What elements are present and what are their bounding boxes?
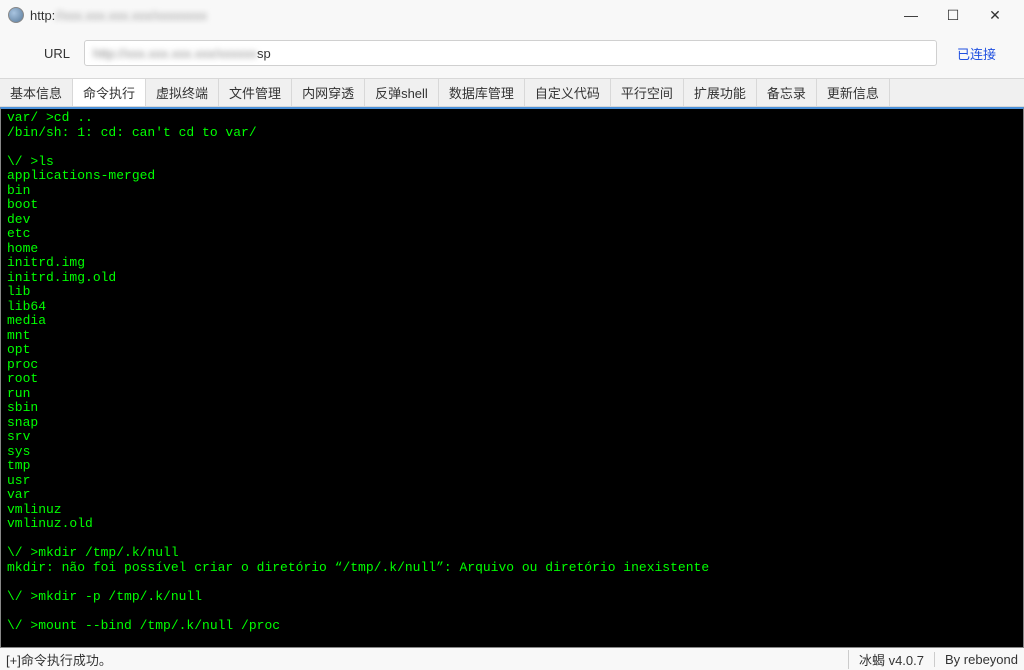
tab-label: 基本信息 — [10, 83, 62, 102]
url-input[interactable]: http://xxx.xxx.xxx.xxx/xxxxxxsp — [84, 40, 937, 66]
tab-extensions[interactable]: 扩展功能 — [684, 79, 757, 106]
terminal-output[interactable]: var/ >cd .. /bin/sh: 1: cd: can't cd to … — [0, 107, 1024, 648]
tab-command-exec[interactable]: 命令执行 — [73, 79, 146, 106]
tab-label: 备忘录 — [767, 83, 806, 102]
minimize-button[interactable]: — — [890, 1, 932, 29]
tab-label: 虚拟终端 — [156, 83, 208, 102]
tab-reverse-shell[interactable]: 反弹shell — [365, 79, 439, 106]
connection-status: 已连接 — [947, 44, 1006, 63]
tab-parallel-space[interactable]: 平行空间 — [611, 79, 684, 106]
tab-label: 内网穿透 — [302, 83, 354, 102]
app-icon — [8, 7, 24, 23]
title-bar: http://xxx.xxx.xxx.xxx/xxxxxxxx — ☐ ✕ — [0, 0, 1024, 30]
tab-label: 扩展功能 — [694, 83, 746, 102]
title-blurred: //xxx.xxx.xxx.xxx/xxxxxxxx — [55, 8, 207, 23]
tab-intranet-tunnel[interactable]: 内网穿透 — [292, 79, 365, 106]
window-title: http://xxx.xxx.xxx.xxx/xxxxxxxx — [30, 8, 890, 23]
maximize-button[interactable]: ☐ — [932, 1, 974, 29]
tab-label: 数据库管理 — [449, 83, 514, 102]
window-controls: — ☐ ✕ — [890, 1, 1016, 29]
tab-virtual-terminal[interactable]: 虚拟终端 — [146, 79, 219, 106]
tab-basic-info[interactable]: 基本信息 — [0, 79, 73, 106]
url-row: URL http://xxx.xxx.xxx.xxx/xxxxxxsp 已连接 — [0, 30, 1024, 78]
tab-bar: 基本信息 命令执行 虚拟终端 文件管理 内网穿透 反弹shell 数据库管理 自… — [0, 78, 1024, 107]
tab-label: 自定义代码 — [535, 83, 600, 102]
title-prefix: http: — [30, 8, 55, 23]
url-label: URL — [18, 46, 74, 61]
tab-update-info[interactable]: 更新信息 — [817, 79, 890, 106]
status-bar: [+]命令执行成功。 冰蝎 v4.0.7 By rebeyond — [0, 648, 1024, 670]
app-author: By rebeyond — [934, 652, 1018, 667]
tab-label: 反弹shell — [375, 83, 428, 102]
tab-memo[interactable]: 备忘录 — [757, 79, 817, 106]
tab-label: 命令执行 — [83, 83, 135, 102]
close-button[interactable]: ✕ — [974, 1, 1016, 29]
tab-label: 平行空间 — [621, 83, 673, 102]
tab-label: 更新信息 — [827, 83, 879, 102]
tab-db-manager[interactable]: 数据库管理 — [439, 79, 525, 106]
url-blurred-value: http://xxx.xxx.xxx.xxx/xxxxxx — [93, 46, 257, 61]
tab-label: 文件管理 — [229, 83, 281, 102]
tab-file-manager[interactable]: 文件管理 — [219, 79, 292, 106]
tab-custom-code[interactable]: 自定义代码 — [525, 79, 611, 106]
url-clear-suffix: sp — [257, 46, 271, 61]
